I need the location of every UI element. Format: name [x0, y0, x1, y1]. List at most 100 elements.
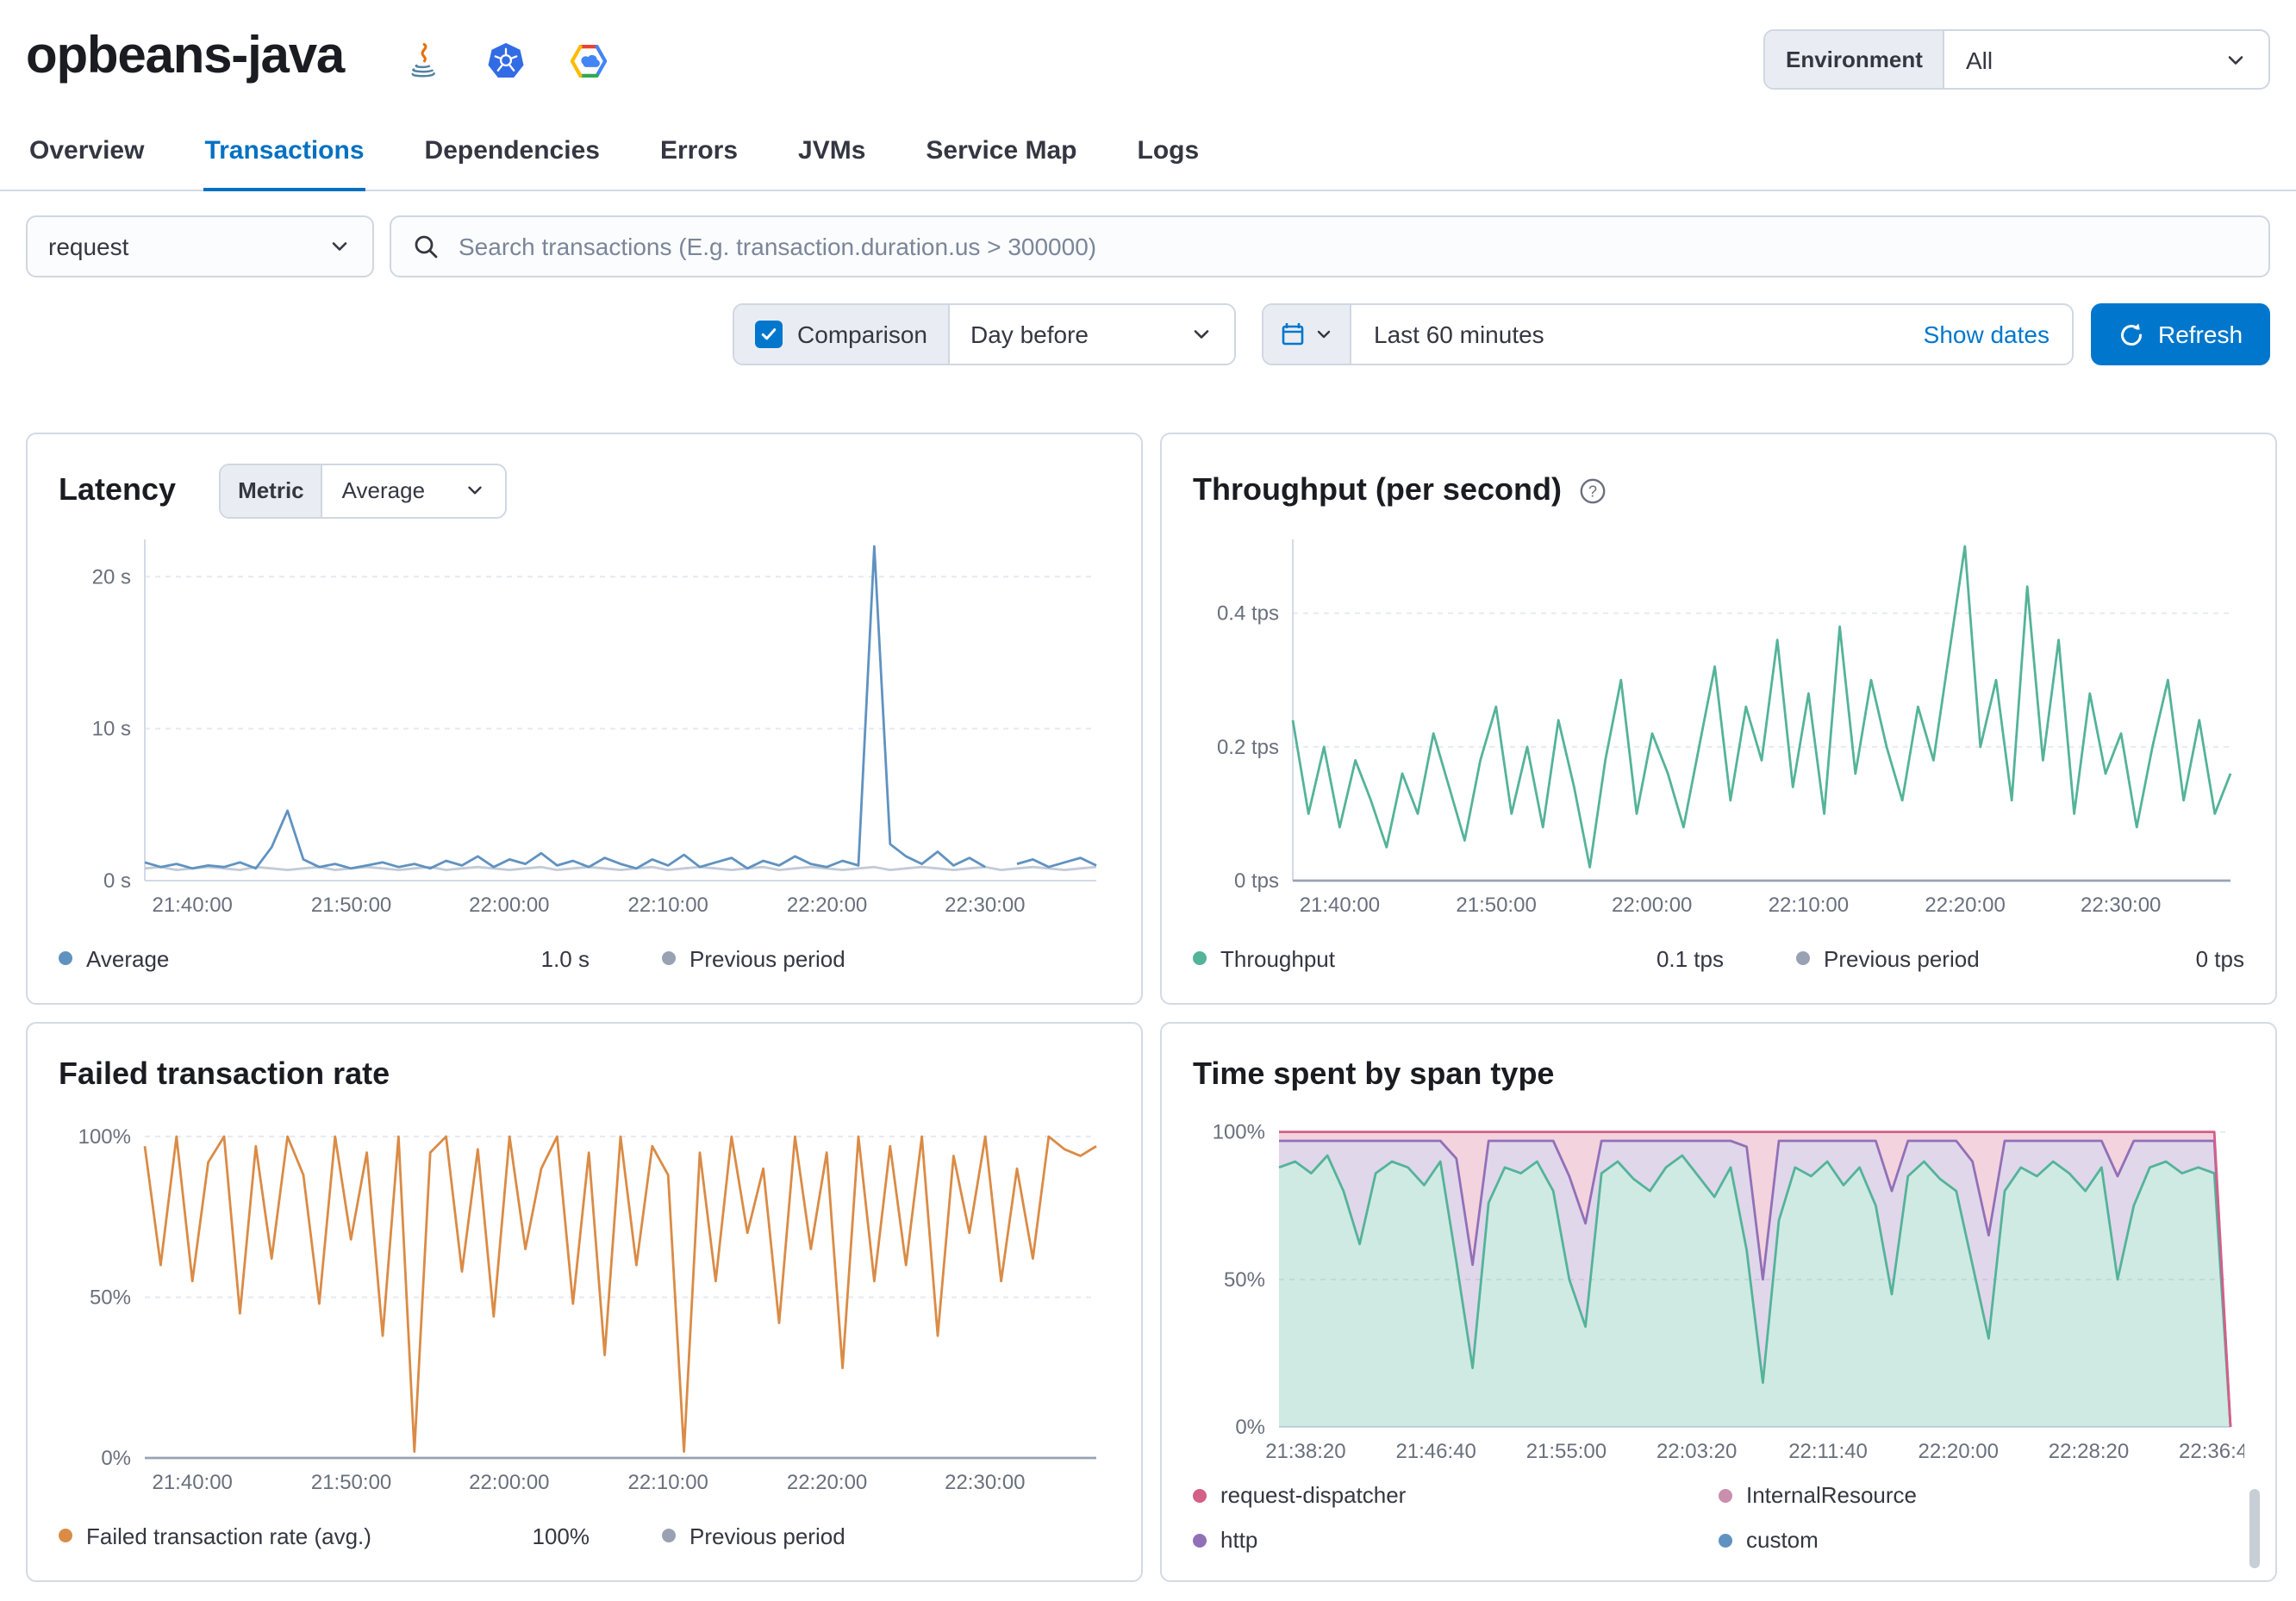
svg-text:0%: 0%	[1235, 1416, 1265, 1439]
tab-dependencies[interactable]: Dependencies	[423, 119, 602, 190]
svg-text:21:40:00: 21:40:00	[152, 1471, 232, 1494]
svg-text:21:38:20: 21:38:20	[1265, 1440, 1345, 1463]
failed-rate-panel: Failed transaction rate 0% 50% 100% 21:40:0…	[26, 1022, 1143, 1582]
svg-text:21:50:00: 21:50:00	[311, 1471, 391, 1494]
comparison-checkbox-group[interactable]: Comparison	[733, 305, 950, 364]
service-icons	[402, 41, 608, 81]
legend-item-http[interactable]: http	[1193, 1527, 1719, 1553]
latency-title: Latency	[59, 472, 177, 507]
legend-value: 1.0 s	[540, 945, 590, 971]
svg-text:22:20:00: 22:20:00	[787, 1471, 867, 1494]
svg-text:22:00:00: 22:00:00	[469, 1471, 549, 1494]
throughput-chart: 0 tps 0.2 tps 0.4 tps 21:40:00 21:50:00 22:00…	[1217, 539, 2232, 917]
svg-text:100%: 100%	[1213, 1121, 1265, 1144]
legend-item-previous-period[interactable]: Previous period	[662, 1523, 845, 1548]
metric-label: Metric	[221, 464, 323, 516]
legend-dot	[1193, 1488, 1207, 1502]
svg-text:22:10:00: 22:10:00	[627, 894, 708, 917]
refresh-button[interactable]: Refresh	[2091, 303, 2270, 365]
legend-item-custom[interactable]: custom	[1719, 1527, 2244, 1553]
chevron-down-icon	[332, 242, 347, 251]
svg-text:22:11:40: 22:11:40	[1788, 1440, 1868, 1463]
svg-text:22:30:00: 22:30:00	[945, 1471, 1025, 1494]
svg-text:0.2 tps: 0.2 tps	[1217, 736, 1279, 759]
svg-text:22:00:00: 22:00:00	[1612, 894, 1692, 917]
legend-item-failed-rate[interactable]: Failed transaction rate (avg.)	[59, 1523, 371, 1548]
svg-text:22:30:00: 22:30:00	[2081, 894, 2161, 917]
time-filter-row: Comparison Day before Last 60 minutes Sh…	[0, 303, 2296, 365]
comparison-select[interactable]: Day before	[950, 305, 1234, 364]
svg-text:21:40:00: 21:40:00	[1300, 894, 1380, 917]
legend-label: Previous period	[689, 1523, 845, 1548]
charts-grid: Latency Metric Average 0 s 10 s 20 s 21:40:…	[0, 433, 2296, 1582]
legend-label: http	[1220, 1527, 1258, 1553]
time-range-display[interactable]: Last 60 minutes Show dates	[1351, 305, 2072, 364]
svg-text:21:55:00: 21:55:00	[1526, 1440, 1607, 1463]
legend-label: InternalResource	[1746, 1482, 1917, 1508]
svg-text:50%: 50%	[90, 1286, 131, 1309]
legend-item-throughput[interactable]: Throughput	[1193, 945, 1335, 971]
chevron-down-icon	[1317, 330, 1331, 339]
legend-dot	[59, 951, 72, 965]
legend-dot	[1796, 951, 1810, 965]
environment-label: Environment	[1765, 31, 1945, 88]
svg-text:22:20:00: 22:20:00	[787, 894, 867, 917]
legend-item-previous-period[interactable]: Previous period	[1796, 945, 1980, 971]
tab-transactions[interactable]: Transactions	[203, 119, 366, 191]
failed-rate-chart: 0% 50% 100% 21:40:00 21:50:00 22:00:00 22:10:0…	[78, 1125, 1097, 1494]
chevron-down-icon	[2228, 55, 2243, 64]
svg-text:22:36:40: 22:36:40	[2179, 1440, 2244, 1463]
environment-value[interactable]: All	[1945, 31, 2268, 88]
search-bar[interactable]	[390, 215, 2270, 277]
span-type-legend: request-dispatcher InternalResource http…	[1193, 1482, 2244, 1563]
svg-text:21:46:40: 21:46:40	[1395, 1440, 1476, 1463]
svg-text:22:00:00: 22:00:00	[469, 894, 549, 917]
scrollbar[interactable]	[2249, 1489, 2260, 1568]
filter-row: request	[0, 215, 2296, 277]
legend-dot	[1193, 951, 1207, 965]
tab-jvms[interactable]: JVMs	[796, 119, 867, 190]
svg-text:20 s: 20 s	[92, 565, 131, 589]
svg-text:22:30:00: 22:30:00	[945, 894, 1025, 917]
legend-value: 0.1 tps	[1656, 945, 1724, 971]
calendar-icon	[1282, 323, 1304, 346]
chevron-down-icon	[467, 486, 481, 495]
latency-legend: Average 1.0 s Previous period	[59, 931, 1110, 986]
legend-dot	[1719, 1533, 1732, 1547]
svg-text:?: ?	[1588, 482, 1597, 499]
throughput-panel: Throughput (per second) ? 0 tps 0.2 tps 0.…	[1160, 433, 2277, 1005]
svg-text:100%: 100%	[78, 1125, 131, 1149]
tab-overview[interactable]: Overview	[28, 119, 146, 190]
svg-text:0 s: 0 s	[103, 869, 131, 893]
environment-select[interactable]: Environment All	[1763, 29, 2270, 90]
comparison-checkbox[interactable]	[754, 321, 783, 348]
span-type-title: Time spent by span type	[1193, 1056, 1555, 1090]
transaction-type-select[interactable]: request	[26, 215, 374, 277]
tab-service-map[interactable]: Service Map	[924, 119, 1078, 190]
show-dates-link[interactable]: Show dates	[1924, 321, 2050, 348]
legend-dot	[59, 1529, 72, 1542]
legend-label: Previous period	[689, 945, 845, 971]
throughput-legend: Throughput 0.1 tps Previous period 0 tps	[1193, 931, 2244, 986]
time-range-value: Last 60 minutes	[1374, 321, 1544, 348]
failed-rate-title: Failed transaction rate	[59, 1056, 390, 1090]
help-icon[interactable]: ?	[1579, 477, 1607, 504]
metric-select[interactable]: Average	[322, 464, 505, 516]
java-icon	[410, 42, 434, 78]
legend-dot	[1719, 1488, 1732, 1502]
legend-item-internalresource[interactable]: InternalResource	[1719, 1482, 2244, 1508]
legend-value: 100%	[532, 1523, 590, 1548]
search-input[interactable]	[455, 231, 2248, 262]
comparison-label: Comparison	[797, 321, 927, 348]
legend-item-request-dispatcher[interactable]: request-dispatcher	[1193, 1482, 1719, 1508]
apm-service-page: opbeans-java Environment All Overview Tr…	[0, 0, 2296, 1601]
refresh-icon	[2120, 322, 2142, 345]
tab-logs[interactable]: Logs	[1136, 119, 1201, 190]
calendar-button[interactable]	[1263, 305, 1351, 364]
legend-item-previous-period[interactable]: Previous period	[662, 945, 845, 971]
legend-item-average[interactable]: Average	[59, 945, 169, 971]
google-cloud-icon	[569, 45, 607, 78]
span-type-chart: 0% 50% 100% 21:38:20 21:46:40 21:55:00 22:03:2…	[1213, 1121, 2244, 1463]
tab-errors[interactable]: Errors	[658, 119, 739, 190]
date-picker-group: Last 60 minutes Show dates	[1262, 303, 2074, 365]
